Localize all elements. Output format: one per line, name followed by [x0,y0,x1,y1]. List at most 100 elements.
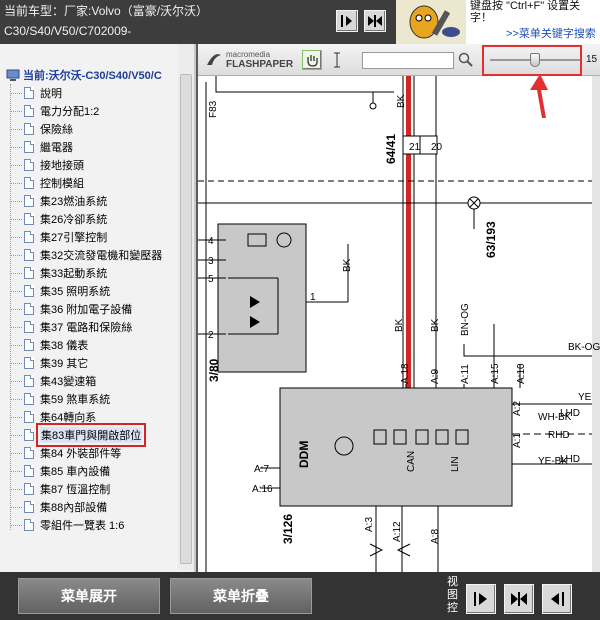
tree-item-label: 集35 照明系統 [40,286,111,298]
tree-item-label: 集59 煞車系統 [40,394,111,406]
vehicle-label: 当前车型： [4,4,65,18]
tree-item[interactable]: 集64轉向系 [10,408,96,426]
search-icon[interactable] [458,52,476,70]
brand-bottom: FLASHPAPER [226,59,294,70]
tree-item[interactable]: 集32交流發電機和變壓器 [10,246,162,264]
document-icon [24,339,34,351]
view-left-button[interactable] [466,584,496,614]
diagram-label-a7: A:7 [254,464,269,475]
tree-guide [10,255,22,256]
tree-item[interactable]: 集27引擎控制 [10,228,107,246]
tree-guide [10,201,22,202]
tree-item[interactable]: 控制模組 [10,174,84,192]
diagram-label-bk3: BK [430,318,441,332]
diagram-label-pin5: 5 [208,274,214,285]
tree-item-label: 集87 恆溫控制 [40,484,111,496]
diagram-label-a15: A:15 [490,363,501,384]
tree-item[interactable]: 電力分配1:2 [10,102,100,120]
split-view-button[interactable] [364,10,386,32]
diagram-label-pin2: 2 [208,330,214,341]
tree-guide [10,525,22,526]
tree-item-label: 集37 電路和保險絲 [40,322,133,334]
tree-item-label: 集88內部設備 [40,502,108,514]
text-select-icon[interactable] [332,52,342,70]
document-icon [24,177,34,189]
tree-guide [10,417,22,418]
tree-item[interactable]: 集83車門與開啟部位 [10,423,147,447]
expand-menu-button[interactable]: 菜单展开 [18,578,160,614]
view-control-label: 视图控 [447,576,458,614]
tree-item[interactable]: 保險絲 [10,120,73,138]
tree-item[interactable]: 集43變速箱 [10,372,96,390]
document-icon [24,375,34,387]
mascot-icon [396,0,466,44]
tree-guide [10,309,22,310]
diagram-label-a16: A:16 [252,484,273,495]
tree-item[interactable]: 集23燃油系統 [10,192,107,210]
diagram-label-a2: A:2 [512,401,523,416]
tree-item[interactable]: 集39 其它 [10,354,88,372]
search-input[interactable] [362,52,454,69]
tree-item-label: 繼電器 [40,142,73,154]
document-icon [24,249,34,261]
tree-item[interactable]: 集33起動系統 [10,264,107,282]
tree-item[interactable]: 集85 車內設備 [10,462,110,480]
tree-item[interactable]: 集84 外裝部件等 [10,444,122,462]
tree-guide [10,363,22,364]
collapse-menu-button[interactable]: 菜单折叠 [170,578,312,614]
tree-item[interactable]: 集87 恆溫控制 [10,480,111,498]
tree-item-label: 集84 外裝部件等 [40,448,122,460]
tree-guide [10,489,22,490]
tree-guide [10,111,22,112]
tree-item[interactable]: 繼電器 [10,138,73,156]
tree-item-label: 集26冷卻系統 [40,214,108,226]
diagram-label-a12: A:12 [392,521,403,542]
diagram-label-pin21: 21 [409,142,421,153]
tree-item[interactable]: 集37 電路和保險絲 [10,318,133,336]
tree-item[interactable]: 集26冷卻系統 [10,210,108,228]
flashpaper-logo-icon [204,49,224,69]
tree-guide [10,129,22,130]
diagram-label-ye: YE [578,392,592,403]
tree-item[interactable]: 集36 附加電子設備 [10,300,133,318]
arrow-right-icon [341,15,352,27]
arrow-left-icon [551,592,564,606]
view-right-button[interactable] [542,584,572,614]
diagram-label-pin1: 1 [310,292,316,303]
tree-item[interactable]: 集38 儀表 [10,336,88,354]
diagram-label-pin4: 4 [208,236,214,247]
diagram-label-a18: A:18 [400,363,411,384]
document-icon [24,285,34,297]
tree-scrollbar[interactable] [178,44,194,570]
single-view-button[interactable] [336,10,358,32]
tree-guide [10,507,22,508]
tree-item[interactable]: 接地接頭 [10,156,84,174]
power-wire-red [406,76,411,412]
tree-item[interactable]: 零組件一覽表 1:6 [10,516,124,534]
tree-item[interactable]: 集59 煞車系統 [10,390,111,408]
split-arrows-icon [511,592,527,606]
tree-guide [10,273,22,274]
tree-root[interactable]: 当前:沃尔沃-C30/S40/V50/C [2,66,178,84]
tree-item-label: 集36 附加電子設備 [40,304,133,316]
tree-guide [10,453,22,454]
tree-item-label: 電力分配1:2 [40,106,100,118]
diagram-label-m126: 3/126 [281,514,295,544]
tree-guide [10,327,22,328]
vehicle-value: 厂家:Volvo（富豪/沃尔沃） [64,4,209,18]
document-viewer[interactable]: F83 BK 64/41 21 20 63/193 4 3 5 1 2 3/80 BK BK BK BN-OG… [198,44,600,572]
document-icon [24,231,34,243]
tree-item[interactable]: 說明 [10,84,62,102]
view-split-button[interactable] [504,584,534,614]
keyword-search-link[interactable]: >>菜单关键字搜索 [506,28,596,41]
tree-item-label: 接地接頭 [40,160,84,172]
document-icon [24,411,34,423]
mascot-image [396,0,466,44]
document-icon [24,393,34,405]
tree-item[interactable]: 集35 照明系統 [10,282,111,300]
tree-scrollbar-thumb[interactable] [180,74,192,564]
tree-item[interactable]: 集88內部設備 [10,498,108,516]
hand-tool-button[interactable] [302,50,322,70]
wiring-diagram: F83 BK 64/41 21 20 63/193 4 3 5 1 2 3/80 BK BK BK BN-OG… [198,44,600,572]
diagram-label-rhd: RHD [548,430,570,441]
